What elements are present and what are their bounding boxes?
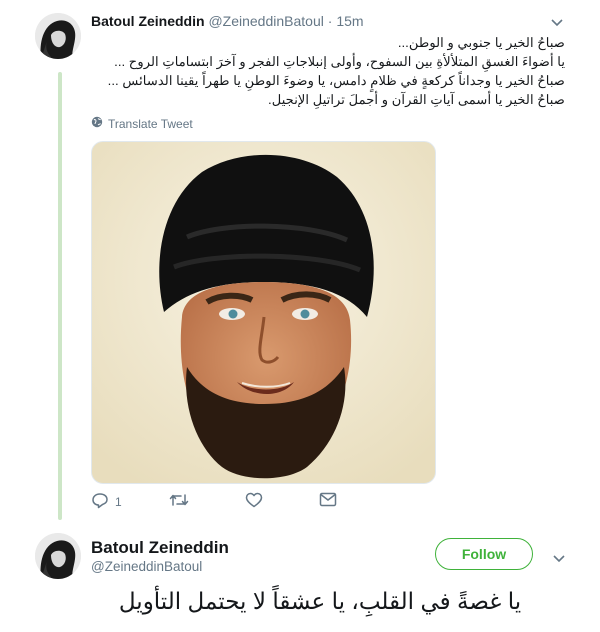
reply-count: 1 — [115, 495, 122, 509]
tweet-text-line: صباحُ الخير يا وجداناً كركعةٍ في ظلامٍ د… — [107, 73, 565, 88]
retweet-button[interactable] — [169, 492, 195, 511]
retweet-icon — [169, 492, 189, 511]
tweet-actions: 1 — [91, 492, 351, 516]
tweet-text-line: يا أضواءَ الغسقِ المتلألأةِ بين السفوح، … — [114, 54, 565, 69]
display-name[interactable]: Batoul Zeineddin — [91, 13, 205, 29]
user-handle[interactable]: @ZeineddinBatoul — [208, 13, 323, 29]
direct-message-button[interactable] — [319, 492, 337, 510]
separator-dot: · — [327, 13, 333, 29]
display-name[interactable]: Batoul Zeineddin — [91, 538, 229, 558]
avatar[interactable] — [35, 13, 81, 59]
tweet-text: يا غصةً في القلبِ، يا عشقاً لا يحتمل الت… — [118, 588, 522, 614]
reply-icon — [91, 492, 109, 512]
message-icon — [319, 492, 337, 510]
timestamp[interactable]: 15m — [336, 13, 363, 29]
tweet-text-line: صباحُ الخير يا أسمى آياتِ القرآن و أجملَ… — [268, 92, 565, 107]
heart-icon — [245, 492, 263, 511]
tweet-header: Batoul Zeineddin @ZeineddinBatoul · 15m — [91, 13, 364, 29]
avatar[interactable] — [35, 533, 81, 579]
caret-down-icon[interactable] — [553, 550, 565, 566]
like-button[interactable] — [245, 492, 269, 511]
caret-down-icon[interactable] — [551, 14, 563, 30]
thread-line — [58, 72, 62, 520]
translate-tweet-link[interactable]: Translate Tweet — [91, 116, 193, 131]
tweet-text-line: صباحُ الخير يا جنوبي و الوطن... — [397, 35, 565, 50]
follow-button[interactable]: Follow — [435, 538, 533, 570]
translate-label: Translate Tweet — [108, 116, 193, 131]
tweet-media-image[interactable] — [91, 141, 436, 484]
globe-icon — [91, 116, 103, 131]
tweet-text: صباحُ الخير يا جنوبي و الوطن... يا أضواء… — [91, 33, 565, 109]
reply-button[interactable]: 1 — [91, 492, 122, 512]
user-handle[interactable]: @ZeineddinBatoul — [91, 559, 202, 574]
